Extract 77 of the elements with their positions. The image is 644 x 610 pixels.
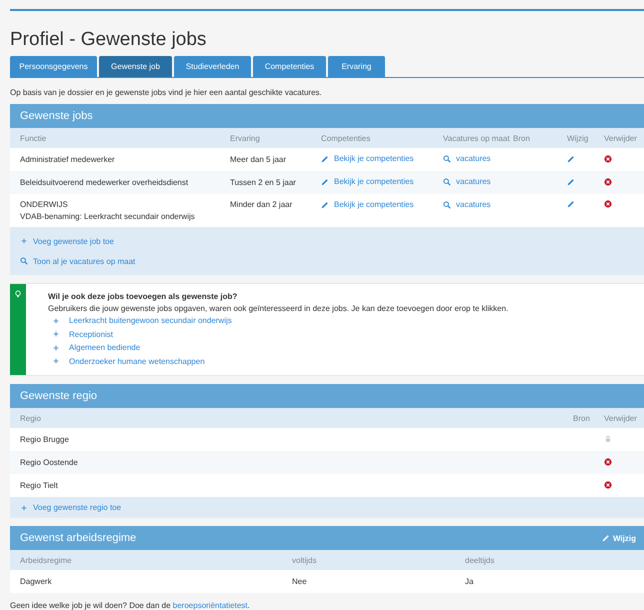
competences-link[interactable]: Bekijk je competenties (321, 200, 414, 209)
delete-button[interactable] (604, 200, 612, 208)
suggestion-link[interactable]: Leerkracht buitengewoon secundair onderwijs (48, 316, 232, 325)
tip-text: Gebruikers die jouw gewenste jobs opgaven, waren ook geïnteresseerd in deze jobs. Je kan deze toevoegen door erop te klikken. (48, 304, 508, 313)
footer-text: Geen idee welke job je wil doen? Doe dan de beroepsoriëntatietest. (10, 601, 251, 610)
tab[interactable]: Studieverleden (174, 56, 251, 77)
vacancies-link[interactable]: vacatures (443, 200, 491, 209)
search-icon (443, 154, 451, 163)
vacancies-link[interactable]: vacatures (443, 154, 491, 164)
search-icon (443, 200, 451, 208)
table-cell-text: Tussen 2 en 5 jaar (230, 178, 297, 187)
column-header: voltijds (292, 556, 318, 564)
competences-link[interactable]: Bekijk je competenties (321, 154, 414, 164)
pencil-icon (321, 178, 329, 186)
search-icon (20, 257, 28, 265)
tip-title: Wil je ook deze jobs toevoegen als gewenste job? (48, 292, 238, 301)
table-cell-text: Regio Oostende (20, 458, 79, 467)
column-header: Verwijder (604, 134, 638, 142)
plus-icon (52, 316, 60, 324)
vacancies-link[interactable]: Toon al je vacatures op maat (20, 256, 136, 266)
column-header: Regio (20, 414, 42, 422)
suggestion-link[interactable]: Onderzoeker humane wetenschappen (48, 356, 205, 366)
table-cell-text: Regio Brugge (20, 435, 70, 444)
edit-button[interactable] (567, 154, 575, 162)
column-header: deeltijds (465, 556, 496, 564)
section-title: Gewenste regio (20, 390, 98, 402)
add-region-link[interactable]: Voeg gewenste regio toe (20, 503, 122, 512)
column-header: Competenties (321, 134, 372, 142)
edit-button[interactable] (567, 178, 575, 186)
tab[interactable]: Gewenste job (99, 56, 172, 77)
search-icon (443, 178, 451, 186)
column-header: Functie (20, 134, 48, 142)
section-title: Gewenste jobs (20, 110, 93, 122)
column-header: Wijzig (567, 134, 590, 142)
plus-icon (52, 357, 60, 365)
tab[interactable]: Ervaring (328, 56, 385, 77)
add-job-link[interactable]: Voeg gewenste job toe (20, 236, 114, 246)
tab[interactable]: Persoonsgegevens (10, 56, 97, 77)
pencil-icon (321, 154, 329, 163)
column-header: Bron (513, 134, 531, 142)
table-cell-text: Ja (465, 577, 474, 586)
column-header: Vacatures op maat (443, 134, 511, 142)
pencil-icon (321, 200, 329, 208)
section-title: Gewenst arbeidsregime (20, 532, 136, 544)
edit-button[interactable]: Wijzig (602, 534, 636, 542)
column-header: Verwijder (604, 414, 638, 422)
competences-link[interactable]: Bekijk je competenties (321, 177, 414, 186)
delete-button[interactable] (604, 458, 612, 466)
table-cell-text: Dagwerk (20, 577, 53, 586)
plus-icon (20, 237, 28, 245)
lightbulb-icon (14, 290, 22, 298)
vacancies-link[interactable]: vacatures (443, 177, 491, 186)
suggestion-link[interactable]: Algemeen bediende (48, 343, 140, 352)
table-cell: ONDERWIJS (20, 200, 68, 209)
table-cell: Beleidsuitvoerend medewerker overheidsdienst (20, 178, 188, 187)
table-cell-text: VDAB-benaming: Leerkracht secundair onderwijs (20, 212, 196, 221)
column-header: Bron (573, 414, 591, 422)
table-cell-text: Minder dan 2 jaar (230, 200, 294, 209)
edit-button[interactable] (567, 200, 575, 208)
pencil-icon (602, 534, 610, 542)
delete-button[interactable] (604, 154, 612, 162)
page-title: Profiel - Gewenste jobs (10, 29, 208, 51)
test-link[interactable]: beroepsoriëntatietest (172, 601, 248, 610)
intro-text: Op basis van je dossier en je gewenste jobs vind je hier een aantal geschikte vacatures. (10, 88, 323, 97)
plus-icon (20, 504, 28, 512)
table-cell-text: Nee (292, 577, 308, 586)
table-cell-text: Meer dan 5 jaar (230, 155, 288, 164)
delete-button[interactable] (604, 480, 612, 488)
table-cell-text: Regio Tielt (20, 481, 59, 490)
delete-button[interactable] (604, 178, 612, 186)
plus-icon (52, 330, 60, 338)
column-header: Ervaring (230, 134, 261, 142)
plus-icon (52, 344, 60, 352)
suggestion-link[interactable]: Receptionist (48, 330, 114, 338)
tab[interactable]: Competenties (253, 56, 326, 77)
table-cell: Administratief medewerker (20, 155, 115, 164)
column-header: Arbeidsregime (20, 556, 73, 564)
